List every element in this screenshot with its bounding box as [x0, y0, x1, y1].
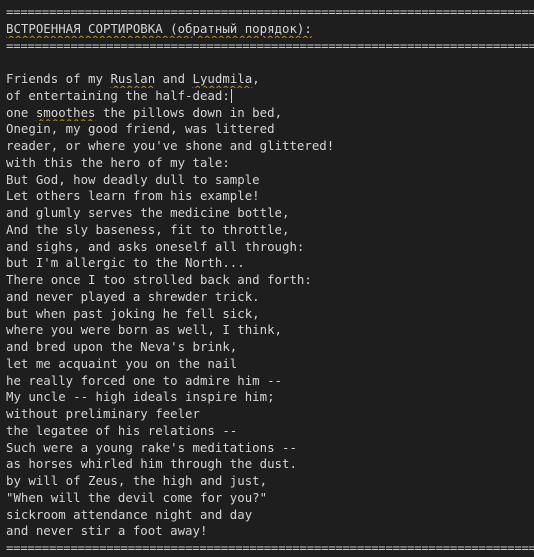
poem-line-23: Such were a young rake's meditations -- [6, 439, 297, 455]
poem-line-19: he really forced one to admire him -- [6, 372, 283, 388]
poem-line-15: but when past joking he fell sick, [6, 305, 260, 321]
text-cursor [230, 89, 232, 104]
poem-line-6: with this the hero of my tale: [6, 154, 230, 170]
poem-line-20: My uncle -- high ideals inspire him; [6, 389, 275, 405]
separator-header: ========================================… [6, 37, 534, 53]
poem-line-10: And the sly baseness, fit to throttle, [6, 221, 290, 237]
separator-bottom: ========================================… [6, 540, 534, 555]
poem-line-28: and never stir a foot away! [6, 523, 208, 539]
header-text: ВСТРОЕННАЯ СОРТИРОВКА (обратный порядок)… [6, 20, 312, 36]
poem-line-17: and bred upon the Neva's brink, [6, 339, 238, 354]
poem-line-21: without preliminary feeler [6, 406, 200, 421]
misspelled-word: smoothes [35, 104, 96, 120]
poem-line-2: of entertaining the half-dead: [6, 87, 232, 104]
poem-line-22: the legatee of his relations -- [6, 422, 238, 438]
poem-line-24: as horses whirled him through the dust. [6, 456, 297, 472]
poem-line-26: "When will the devil come for you?" [6, 489, 268, 505]
poem-line-9: and glumly serves the medicine bottle, [6, 205, 290, 220]
poem-line-5: reader, or where you've shone and glitte… [6, 138, 335, 153]
poem-line-16: where you were born as well, I think, [6, 322, 283, 338]
poem-line-14: and never played a shrewder trick. [6, 288, 260, 304]
poem-line-11: and sighs, and asks oneself all through: [6, 238, 305, 254]
poem-line-18: let me acquaint you on the nail [6, 355, 238, 371]
header-line: ВСТРОЕННАЯ СОРТИРОВКА (обратный порядок)… [6, 21, 534, 38]
poem-line-1: Friends of my Ruslan and Lyudmila, [6, 71, 260, 86]
poem-line-25: by will of Zeus, the high and just, [6, 473, 268, 488]
poem-line-8: Let others learn from his example! [6, 188, 260, 204]
poem-line-4: Onegin, my good friend, was littered [6, 121, 275, 137]
separator-top: ========================================… [6, 4, 534, 19]
poem-line-7: But God, how deadly dull to sample [6, 171, 260, 187]
poem-line-27: sickroom attendance night and day [6, 506, 253, 522]
poem-line-3: one smoothes the pillows down in bed, [6, 104, 283, 120]
terminal-output: ========================================… [6, 4, 534, 557]
poem-line-12: but I'm allergic to the North... [6, 255, 245, 271]
misspelled-word: Ruslan [110, 71, 156, 86]
poem-line-13: There once I too strolled back and forth… [6, 272, 312, 287]
misspelled-word: Lyudmila [192, 71, 253, 86]
